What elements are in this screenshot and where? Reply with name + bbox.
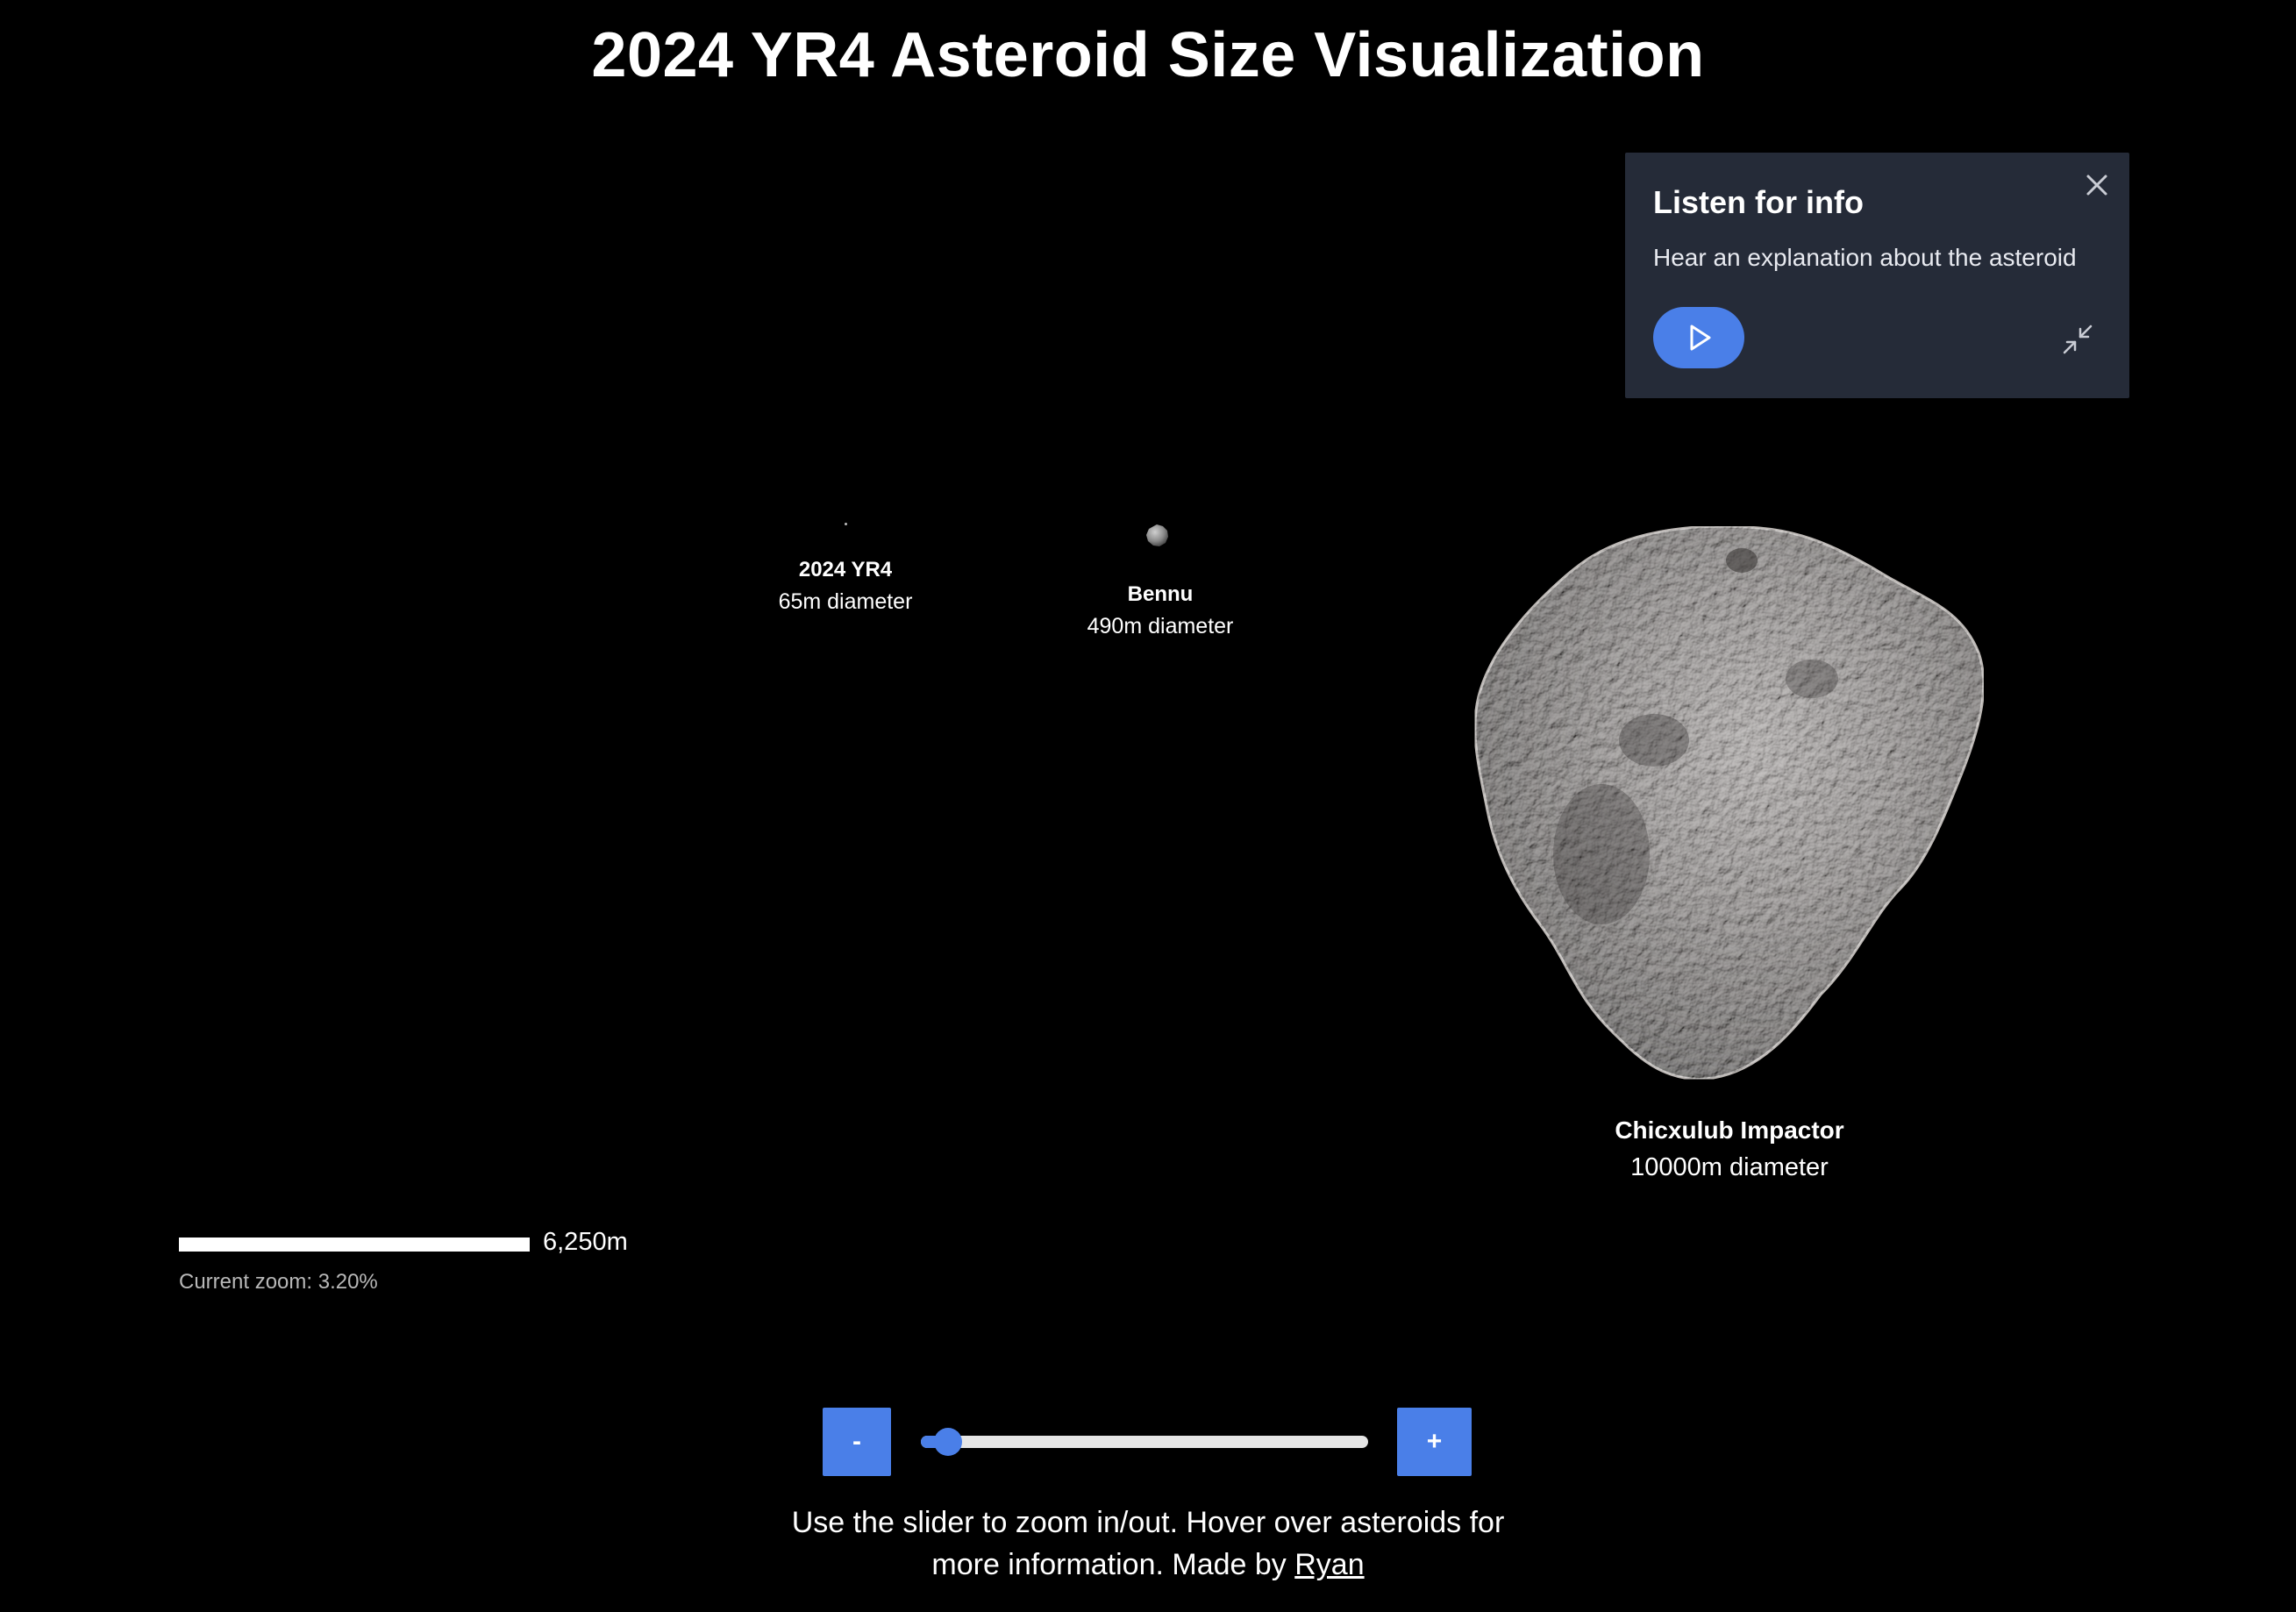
page-title: 2024 YR4 Asteroid Size Visualization	[591, 20, 1705, 90]
footer-line-1: Use the slider to zoom in/out. Hover ove…	[791, 1506, 1505, 1539]
scale-bar	[179, 1238, 530, 1252]
footer-line-2-text: more information. Made by	[931, 1548, 1295, 1581]
asteroid-diameter: 490m diameter	[1087, 614, 1234, 638]
zoom-slider-thumb[interactable]	[934, 1428, 963, 1456]
audio-info-card: Listen for info Hear an explanation abou…	[1625, 153, 2129, 398]
asteroid-name: Bennu	[1127, 582, 1194, 606]
footer-instructions: Use the slider to zoom in/out. Hover ove…	[0, 1501, 2296, 1586]
minimize-icon[interactable]	[2059, 321, 2096, 358]
asteroid-label-chicxulub-impactor: Chicxulub Impactor 10000m diameter	[1554, 1112, 1905, 1186]
asteroid-name: Chicxulub Impactor	[1615, 1116, 1844, 1144]
scale-bar-label: 6,250m	[543, 1228, 628, 1256]
asteroid-name: 2024 YR4	[798, 558, 893, 581]
asteroid-bennu[interactable]	[1144, 523, 1170, 549]
info-card-title: Listen for info	[1653, 184, 1864, 220]
author-link[interactable]: Ryan	[1294, 1548, 1364, 1581]
footer-line-2: more information. Made by Ryan	[0, 1544, 2296, 1586]
asteroid-diameter: 65m diameter	[778, 589, 913, 614]
zoom-in-button[interactable]: +	[1397, 1408, 1472, 1476]
zoom-out-button[interactable]: -	[823, 1408, 891, 1476]
asteroid-label-bennu: Bennu 490m diameter	[1073, 579, 1248, 642]
zoom-slider-track[interactable]	[921, 1436, 1368, 1448]
play-button[interactable]	[1653, 307, 1744, 368]
asteroid-2024-yr4[interactable]	[845, 523, 847, 525]
page: 2024 YR4 Asteroid Size Visualization Lis…	[0, 0, 2296, 1612]
current-zoom-text: Current zoom: 3.20%	[179, 1270, 378, 1294]
play-icon	[1690, 325, 1711, 351]
info-card-text: Hear an explanation about the asteroid	[1653, 244, 2077, 271]
asteroid-label-2024-yr4: 2024 YR4 65m diameter	[758, 554, 933, 617]
asteroid-diameter: 10000m diameter	[1630, 1153, 1829, 1181]
close-icon[interactable]	[2082, 170, 2112, 200]
asteroid-chicxulub-impactor[interactable]	[1470, 521, 1991, 1082]
